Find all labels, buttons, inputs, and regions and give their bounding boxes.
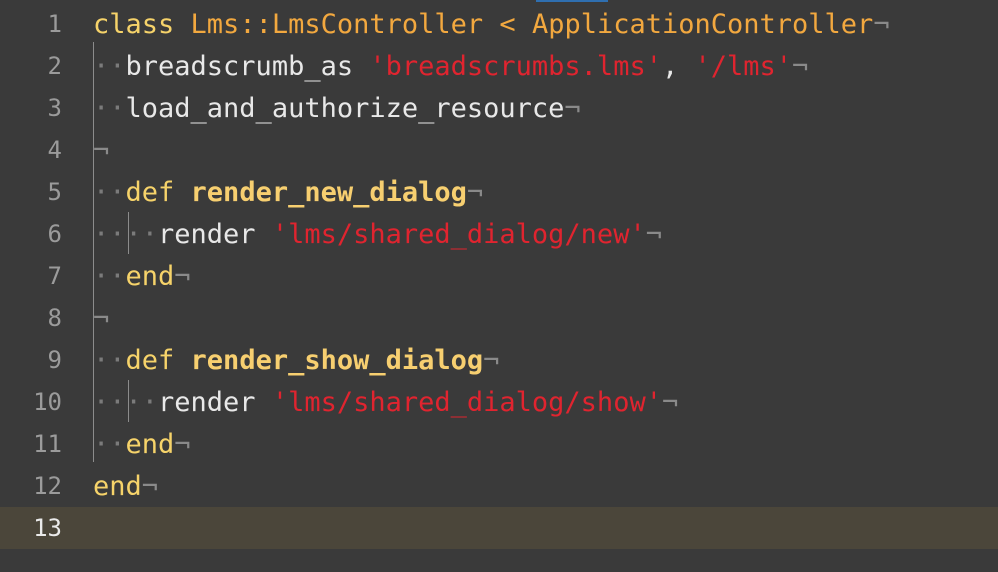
token-plain: render <box>158 386 272 418</box>
token-eol: ¬ <box>93 134 110 166</box>
token-eol: ¬ <box>645 218 662 250</box>
token-ws: ·· <box>93 428 126 460</box>
token-eol: ¬ <box>466 176 484 208</box>
tab-accent <box>536 0 608 2</box>
code-text[interactable]: ····render 'lms/shared_dialog/show'¬ <box>93 387 678 418</box>
line-number: 13 <box>33 514 62 542</box>
token-str: 'lms/shared_dialog/show' <box>271 386 662 418</box>
code-line[interactable]: 2 ··breadscrumb_as 'breadscrumbs.lms', '/… <box>0 45 998 87</box>
token-ws: ·· <box>93 386 126 418</box>
code-line[interactable]: 9 ··def render_show_dialog¬ <box>0 339 998 381</box>
code-text[interactable]: class Lms::LmsController < ApplicationCo… <box>93 9 890 40</box>
token-eol: ¬ <box>564 92 581 124</box>
token-eol: ¬ <box>792 50 809 82</box>
token-plain: load_and_authorize_resource <box>125 92 565 124</box>
code-line[interactable]: 6 ····render 'lms/shared_dialog/new'¬ <box>0 213 998 255</box>
code-line[interactable]: 11 ··end¬ <box>0 423 998 465</box>
code-line[interactable]: 1 class Lms::LmsController < ApplicationC… <box>0 3 998 45</box>
code-line[interactable]: 10 ····render 'lms/shared_dialog/show'¬ <box>0 381 998 423</box>
line-number: 7 <box>47 262 62 290</box>
line-number: 3 <box>47 94 62 122</box>
token-eol: ¬ <box>661 386 679 418</box>
token-str: 'breadscrumbs.lms' <box>369 50 662 82</box>
token-ws: ·· <box>93 260 126 292</box>
line-number: 2 <box>47 52 62 80</box>
line-number: 9 <box>47 346 62 374</box>
code-line[interactable]: 4 ¬ <box>0 129 998 171</box>
code-text[interactable]: ··end¬ <box>93 429 191 460</box>
token-str: '/lms' <box>694 50 793 82</box>
token-eol: ¬ <box>873 8 890 40</box>
token-plain: render <box>158 218 272 250</box>
token-ws: ·· <box>93 50 126 82</box>
token-eol: ¬ <box>93 302 110 334</box>
line-number: 1 <box>47 10 62 38</box>
token-kw: end <box>93 470 142 502</box>
code-line[interactable]: 3 ··load_and_authorize_resource¬ <box>0 87 998 129</box>
token-eol: ¬ <box>174 428 191 460</box>
token-cls: Lms::LmsController <box>190 8 484 40</box>
token-cls: ApplicationController <box>531 8 874 40</box>
code-line[interactable]: 13 <box>0 507 998 549</box>
line-number: 10 <box>33 388 62 416</box>
code-text[interactable]: end¬ <box>93 471 158 502</box>
code-text[interactable]: ··load_and_authorize_resource¬ <box>93 93 581 124</box>
token-kw: def <box>125 344 191 376</box>
token-ws: ·· <box>125 386 159 418</box>
code-line[interactable]: 5 ··def render_new_dialog¬ <box>0 171 998 213</box>
code-text[interactable]: ··end¬ <box>93 261 191 292</box>
token-ws: ·· <box>93 176 126 208</box>
indent-guide-inner-1 <box>128 212 129 254</box>
token-cls: < <box>483 8 532 40</box>
token-kw: end <box>125 428 175 460</box>
token-ws: ·· <box>93 92 126 124</box>
indent-guide-inner-2 <box>128 380 129 422</box>
line-number: 4 <box>47 136 62 164</box>
code-editor[interactable]: 1 class Lms::LmsController < ApplicationC… <box>0 0 998 572</box>
token-plain: , <box>661 50 695 82</box>
token-kw: end <box>125 260 175 292</box>
line-number: 12 <box>33 472 62 500</box>
code-text[interactable]: ··breadscrumb_as 'breadscrumbs.lms', '/l… <box>93 51 808 82</box>
code-line[interactable]: 12 end¬ <box>0 465 998 507</box>
code-text[interactable]: ¬ <box>93 135 109 166</box>
code-line[interactable]: 8 ¬ <box>0 297 998 339</box>
token-eol: ¬ <box>174 260 191 292</box>
code-text[interactable]: ¬ <box>93 303 109 334</box>
token-str: 'lms/shared_dialog/new' <box>271 218 646 250</box>
token-plain: breadscrumb_as <box>125 50 370 82</box>
code-text[interactable]: ··def render_new_dialog¬ <box>93 177 483 208</box>
line-number: 11 <box>33 430 62 458</box>
token-kw: class <box>93 8 191 40</box>
token-kw: def <box>125 176 191 208</box>
token-fn: render_show_dialog <box>190 344 484 376</box>
token-ws: ·· <box>93 344 126 376</box>
line-number: 6 <box>47 220 62 248</box>
code-line[interactable]: 7 ··end¬ <box>0 255 998 297</box>
code-text[interactable]: ····render 'lms/shared_dialog/new'¬ <box>93 219 662 250</box>
token-eol: ¬ <box>483 344 500 376</box>
line-number: 5 <box>47 178 62 206</box>
indent-guide-outer <box>93 42 94 462</box>
line-number: 8 <box>47 304 62 332</box>
token-eol: ¬ <box>141 470 159 502</box>
token-fn: render_new_dialog <box>190 176 467 208</box>
token-ws: ·· <box>93 218 126 250</box>
code-text[interactable]: ··def render_show_dialog¬ <box>93 345 499 376</box>
token-ws: ·· <box>125 218 159 250</box>
